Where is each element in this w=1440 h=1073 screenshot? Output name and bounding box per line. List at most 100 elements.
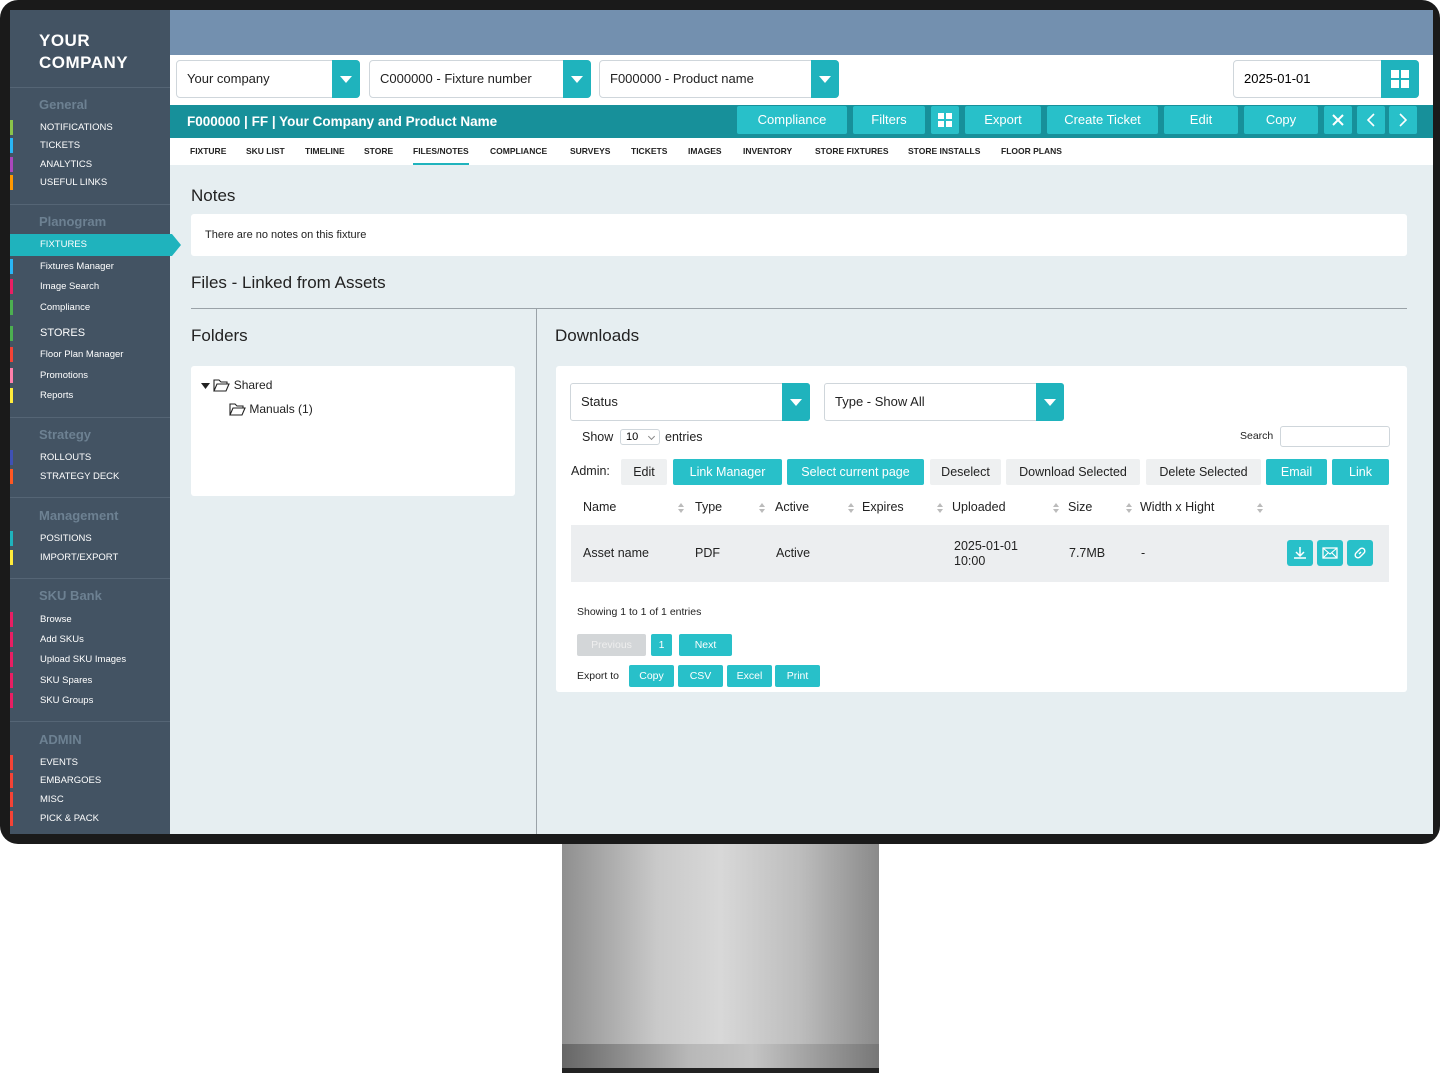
tab-images[interactable]: IMAGES [688,138,722,165]
company-select[interactable]: Your company [176,60,360,98]
sidebar-item-notifications[interactable]: NOTIFICATIONS [10,118,170,137]
email-file-button[interactable] [1317,540,1343,566]
admin-edit-button[interactable]: Edit [621,459,667,485]
copy-link-button[interactable] [1347,540,1373,566]
export-copy-button[interactable]: Copy [629,665,674,687]
column-header-size[interactable]: Size [1068,500,1092,514]
sidebar-item-import-export[interactable]: IMPORT/EXPORT [10,548,170,567]
type-select[interactable]: Type - Show All [824,383,1064,421]
sort-icon[interactable] [1126,503,1132,514]
sidebar-item-sku-spares[interactable]: SKU Spares [10,671,170,690]
export-csv-button[interactable]: CSV [678,665,723,687]
sidebar-item-stores[interactable]: STORES [10,324,170,343]
tab-floor-plans[interactable]: FLOOR PLANS [1001,138,1062,165]
filters-button[interactable]: Filters [853,106,925,134]
sidebar-item-sku-groups[interactable]: SKU Groups [10,691,170,710]
deselect-button[interactable]: Deselect [930,459,1001,485]
sidebar-item-positions[interactable]: POSITIONS [10,529,170,548]
notes-heading: Notes [191,186,236,205]
table-row[interactable]: Asset name PDF Active 2025-01-01 10:00 7… [571,525,1389,582]
search-input[interactable] [1280,426,1390,447]
sidebar-item-floor-plan-manager[interactable]: Floor Plan Manager [10,345,170,364]
select-current-page-button[interactable]: Select current page [787,459,924,485]
grid-icon[interactable] [1381,60,1419,98]
download-selected-button[interactable]: Download Selected [1006,459,1140,485]
create-ticket-button[interactable]: Create Ticket [1047,106,1158,134]
sort-icon[interactable] [759,503,765,514]
sidebar-section-general: General [39,97,88,112]
sidebar-section-strategy: Strategy [39,427,92,442]
grid-view-button[interactable] [931,106,959,134]
sort-icon[interactable] [1053,503,1059,514]
sidebar-item-embargoes[interactable]: EMBARGOES [10,771,170,790]
edit-button[interactable]: Edit [1164,106,1238,134]
company-logo[interactable]: YOUR COMPANY [39,30,128,74]
export-print-button[interactable]: Print [775,665,820,687]
folder-shared[interactable]: Shared [201,378,272,392]
tab-tickets[interactable]: TICKETS [631,138,667,165]
download-button[interactable] [1287,540,1313,566]
close-button[interactable] [1324,106,1352,134]
copy-button[interactable]: Copy [1244,106,1318,134]
tab-timeline[interactable]: TIMELINE [305,138,345,165]
sidebar-item-events[interactable]: EVENTS [10,753,170,772]
tab-files-notes[interactable]: FILES/NOTES [413,138,469,165]
tab-compliance[interactable]: COMPLIANCE [490,138,547,165]
link-button[interactable]: Link [1332,459,1389,485]
tab-store[interactable]: STORE [364,138,393,165]
cell-uploaded-time: 10:00 [954,554,986,568]
sidebar-item-misc[interactable]: MISC [10,790,170,809]
export-excel-button[interactable]: Excel [727,665,772,687]
tab-inventory[interactable]: INVENTORY [743,138,792,165]
email-button[interactable]: Email [1266,459,1327,485]
date-field[interactable]: 2025-01-01 [1233,60,1419,98]
product-select[interactable]: F000000 - Product name [599,60,839,98]
sidebar-item-upload-sku-images[interactable]: Upload SKU Images [10,650,170,669]
sidebar-item-useful-links[interactable]: USEFUL LINKS [10,173,170,192]
sidebar-item-browse[interactable]: Browse [10,610,170,629]
sidebar-item-promotions[interactable]: Promotions [10,366,170,385]
fixture-select[interactable]: C000000 - Fixture number [369,60,591,98]
column-header-expires[interactable]: Expires [862,500,904,514]
cell-dimensions: - [1141,546,1146,560]
next-fixture-button[interactable] [1389,106,1417,134]
previous-fixture-button[interactable] [1357,106,1385,134]
sidebar-item-fixtures[interactable]: FIXTURES [10,234,181,256]
sidebar-item-tickets[interactable]: TICKETS [10,136,170,155]
next-page-button[interactable]: Next [679,634,732,656]
tab-surveys[interactable]: SURVEYS [570,138,610,165]
page-length-select[interactable]: 10 [620,429,660,445]
tab-store-fixtures[interactable]: STORE FIXTURES [815,138,889,165]
delete-selected-button[interactable]: Delete Selected [1146,459,1261,485]
column-header-uploaded[interactable]: Uploaded [952,500,1006,514]
sidebar-item-compliance[interactable]: Compliance [10,298,170,317]
tab-sku-list[interactable]: SKU LIST [246,138,285,165]
sort-icon[interactable] [848,503,854,514]
column-header-name[interactable]: Name [583,500,616,514]
tab-store-installs[interactable]: STORE INSTALLS [908,138,980,165]
status-select[interactable]: Status [570,383,810,421]
column-header-active[interactable]: Active [775,500,809,514]
previous-page-button[interactable]: Previous [577,634,646,656]
sort-icon[interactable] [1257,503,1263,514]
tab-fixture[interactable]: FIXTURE [190,138,226,165]
column-header-type[interactable]: Type [695,500,722,514]
page-1-button[interactable]: 1 [651,634,672,656]
sidebar-item-strategy-deck[interactable]: STRATEGY DECK [10,467,170,486]
divider [10,87,170,88]
folder-manuals[interactable]: Manuals (1) [229,402,313,416]
sidebar-item-reports[interactable]: Reports [10,386,170,405]
sidebar-item-image-search[interactable]: Image Search [10,277,170,296]
link-manager-button[interactable]: Link Manager [673,459,782,485]
sort-icon[interactable] [678,503,684,514]
compliance-button[interactable]: Compliance [737,106,847,134]
sidebar-item-pick-pack[interactable]: PICK & PACK [10,809,170,828]
sidebar-item-fixtures-manager[interactable]: Fixtures Manager [10,257,170,276]
monitor-frame: YOUR COMPANY General NOTIFICATIONS TICKE… [0,0,1440,844]
sort-icon[interactable] [937,503,943,514]
sidebar-item-analytics[interactable]: ANALYTICS [10,155,170,174]
column-header-width-height[interactable]: Width x Hight [1140,500,1214,514]
export-button[interactable]: Export [965,106,1041,134]
sidebar-item-add-skus[interactable]: Add SKUs [10,630,170,649]
sidebar-item-rollouts[interactable]: ROLLOUTS [10,448,170,467]
